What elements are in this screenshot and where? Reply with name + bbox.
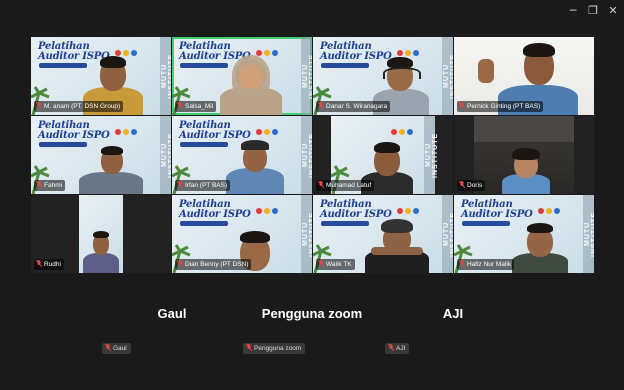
video-tile[interactable]: MUTU INSTITUTE Muhamad Latuf [313, 116, 453, 194]
video-tile[interactable]: Rudhi [31, 195, 171, 273]
mic-muted-icon [459, 102, 465, 109]
participant-name: M. anam (PT. DSN Group) [44, 103, 121, 110]
participant-nameplate: M. anam (PT. DSN Group) [34, 101, 124, 112]
mutu-institute-banner: MUTU INSTITUTE [302, 211, 312, 257]
mic-muted-icon [246, 344, 252, 351]
participant-name: Pengguna zoom [254, 345, 302, 352]
restore-icon[interactable]: ❐ [585, 3, 601, 19]
video-tile[interactable]: Doris [454, 116, 594, 194]
audio-participant-display-name[interactable]: Gaul [92, 306, 252, 321]
sponsor-logos [538, 201, 572, 214]
mutu-institute-banner: MUTU INSTITUTE [443, 211, 453, 257]
sponsor-logos [256, 201, 290, 214]
mutu-institute-banner: MUTU INSTITUTE [161, 132, 171, 178]
mic-muted-icon [459, 181, 465, 188]
participant-nameplate: Irfan (PT BAS) [175, 180, 231, 191]
mic-muted-icon [177, 102, 183, 109]
participant-video [216, 53, 286, 115]
participant-video [83, 229, 119, 273]
mic-muted-icon [318, 102, 324, 109]
participant-nameplate: Danar S. Wiranagara [316, 101, 391, 112]
participant-name: Doris [467, 182, 483, 189]
sponsor-logos [256, 43, 290, 56]
mutu-institute-banner: MUTU INSTITUTE [161, 53, 171, 99]
mic-muted-icon [36, 260, 42, 267]
mutu-institute-banner: MUTU INSTITUTE [584, 211, 594, 257]
participant-name: Rudhi [44, 261, 61, 268]
audio-participant-nameplate: Gaul [102, 343, 131, 354]
mic-muted-icon [318, 181, 324, 188]
participant-video [222, 138, 288, 194]
mic-muted-icon [105, 344, 111, 351]
participant-video [361, 217, 433, 273]
mic-muted-icon [177, 260, 183, 267]
video-tile[interactable]: Pelatihan Auditor ISPO MUTU INSTITUTE Wal… [313, 195, 453, 273]
participant-name: Fahmi [44, 182, 63, 189]
participant-nameplate: Pernick Ginting (PT BAS) [457, 101, 544, 112]
video-tile[interactable]: Pelatihan Auditor ISPO MUTU INSTITUTE Haf… [454, 195, 594, 273]
participant-name: Gaul [113, 345, 127, 352]
participant-nameplate: Hafiz Nur Malik [457, 259, 515, 270]
participant-name: Walik TK [326, 261, 352, 268]
video-tile[interactable]: Pelatihan Auditor ISPO MUTU INSTITUTE Fah… [31, 116, 171, 194]
slide-subtitle-bar [39, 63, 87, 68]
sponsor-logos [397, 201, 431, 214]
participant-nameplate: Rudhi [34, 259, 64, 270]
audio-participant-display-name[interactable]: AJI [373, 306, 533, 321]
participant-nameplate: Fahmi [34, 180, 66, 191]
participant-name: Salsa_Mil [185, 103, 214, 110]
participant-name: Pernick Ginting (PT BAS) [467, 103, 541, 110]
mutu-institute-banner: MUTU INSTITUTE [443, 53, 453, 99]
participant-video [500, 146, 552, 194]
video-tile-active-speaker[interactable]: Pelatihan Auditor ISPO MUTU INSTITUTE Sal… [172, 37, 312, 115]
slide-title: Pelatihan Auditor ISPO [179, 199, 251, 220]
mutu-institute-banner: MUTU INSTITUTE [302, 132, 312, 178]
video-tile[interactable]: Pelatihan Auditor ISPO MUTU INSTITUTE Dan… [313, 37, 453, 115]
participant-name: Danar S. Wiranagara [326, 103, 388, 110]
video-tile[interactable]: Pernick Ginting (PT BAS) [454, 37, 594, 115]
participant-nameplate: Doris [457, 180, 486, 191]
participant-name: Hafiz Nur Malik [467, 261, 512, 268]
participant-nameplate: Salsa_Mil [175, 101, 217, 112]
mic-muted-icon [36, 181, 42, 188]
close-icon[interactable]: ✕ [605, 3, 621, 19]
mic-muted-icon [318, 260, 324, 267]
audio-participant-display-name[interactable]: Pengguna zoom [232, 306, 392, 321]
participant-nameplate: Dian Benny (PT DSN) [175, 259, 252, 270]
sponsor-logos [115, 122, 149, 135]
minimize-icon[interactable]: ─ [565, 3, 581, 19]
slide-title: Pelatihan Auditor ISPO [461, 199, 533, 220]
slide-subtitle-bar [180, 221, 228, 226]
audio-participant-nameplate: AJI [385, 343, 410, 354]
slide-subtitle-bar [462, 221, 510, 226]
slide-subtitle-bar [321, 63, 369, 68]
video-tile[interactable]: Pelatihan Auditor ISPO MUTU INSTITUTE M. … [31, 37, 171, 115]
participant-name: AJI [396, 345, 406, 352]
video-gallery: Pelatihan Auditor ISPO MUTU INSTITUTE M. … [31, 37, 594, 274]
sponsor-logos [115, 43, 149, 56]
sponsor-logos [397, 43, 431, 56]
audio-participant-nameplate: Pengguna zoom [243, 343, 306, 354]
mic-muted-icon [177, 181, 183, 188]
mic-muted-icon [459, 260, 465, 267]
video-tile[interactable]: Pelatihan Auditor ISPO MUTU INSTITUTE Dia… [172, 195, 312, 273]
participant-name: Muhamad Latuf [326, 182, 372, 189]
slide-title: Pelatihan Auditor ISPO [38, 120, 110, 141]
participant-video [508, 221, 572, 273]
participant-nameplate: Walik TK [316, 259, 355, 270]
participant-nameplate: Muhamad Latuf [316, 180, 375, 191]
slide-subtitle-bar [180, 142, 228, 147]
mutu-institute-banner: MUTU INSTITUTE [302, 53, 312, 99]
video-tile[interactable]: Pelatihan Auditor ISPO MUTU INSTITUTE Irf… [172, 116, 312, 194]
sponsor-logos [256, 122, 290, 135]
mic-muted-icon [388, 344, 394, 351]
participant-name: Dian Benny (PT DSN) [185, 261, 249, 268]
sponsor-logos [391, 122, 425, 135]
mic-muted-icon [36, 102, 42, 109]
title-bar: ─ ❐ ✕ [0, 0, 624, 22]
participant-name: Irfan (PT BAS) [185, 182, 228, 189]
participant-video [75, 144, 147, 194]
mutu-institute-banner: MUTU INSTITUTE [425, 132, 439, 178]
